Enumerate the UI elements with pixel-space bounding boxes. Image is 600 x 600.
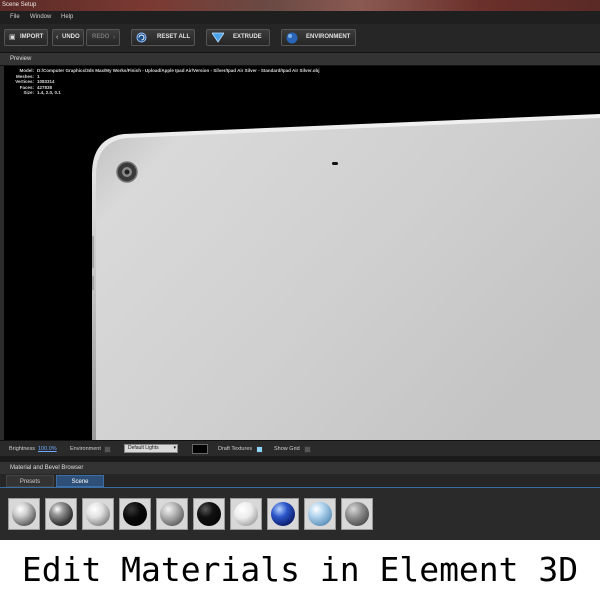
material-sphere-icon [234,502,258,526]
menu-file[interactable]: File [10,11,20,24]
redo-button[interactable]: REDO › [86,29,120,46]
show-grid-checkbox[interactable] [304,446,311,453]
material-swatch-blue-metal[interactable] [267,498,299,530]
draft-textures-checkbox[interactable] [256,446,263,453]
environment-label: Environment [70,446,101,452]
material-sphere-icon [12,502,36,526]
reset-icon [136,32,147,43]
brightness-label: Brightness [9,446,35,452]
undo-button[interactable]: ‹ UNDO [52,29,84,46]
folder-icon: ▣ [9,34,16,41]
lights-dropdown[interactable]: Default Lights ▾ [124,444,178,453]
material-swatch-grey-rough[interactable] [341,498,373,530]
environment-checkbox[interactable] [104,446,111,453]
material-swatch-light-blue[interactable] [304,498,336,530]
menu-window[interactable]: Window [30,11,51,24]
material-swatch-chrome-light[interactable] [8,498,40,530]
material-swatch-grey-glossy[interactable] [156,498,188,530]
tab-presets[interactable]: Presets [6,475,54,487]
material-swatch-white-silver[interactable] [230,498,262,530]
environment-button[interactable]: ENVIRONMENT [281,29,356,46]
material-browser-header: Material and Bevel Browser [0,462,600,474]
reset-all-button[interactable]: RESET ALL [131,29,195,46]
material-swatch-chrome-dark[interactable] [45,498,77,530]
redo-arrow-icon: › [113,34,116,41]
preview-header: Preview [0,53,600,66]
menu-bar: File Window Help [0,11,600,24]
lights-dropdown-value: Default Lights [128,445,159,451]
caption-text: Edit Materials in Element 3D [21,550,579,589]
material-sphere-icon [197,502,221,526]
material-sphere-icon [345,502,369,526]
viewport-status-bar: Brightness 100.0% Environment Default Li… [0,440,600,457]
show-grid-label: Show Grid [274,446,300,452]
material-swatch-black-glossy[interactable] [193,498,225,530]
window-title: Scene Setup [2,2,37,8]
background-color-swatch[interactable] [192,444,208,454]
preview-viewport[interactable]: Model: D:/Computer Graphics/3ds Max/My W… [4,66,600,440]
element-3d-scene-setup: Scene Setup File Window Help ▣ IMPORT ‹ … [0,0,600,540]
preview-label: Preview [10,56,32,62]
size-value: 1.4, 2.0, 0.1 [37,90,61,96]
extrude-button[interactable]: EXTRUDE [206,29,270,46]
extrude-icon [212,32,224,43]
title-bar: Scene Setup [0,0,600,11]
chevron-down-icon: ▾ [173,445,176,451]
material-swatch-silver[interactable] [82,498,114,530]
caption-banner: Edit Materials in Element 3D [0,540,600,600]
material-browser-label: Material and Bevel Browser [10,465,84,471]
model-path: D:/Computer Graphics/3ds Max/My Works/Fi… [37,68,320,73]
menu-help[interactable]: Help [61,11,73,24]
size-label: Size: [23,90,34,96]
ipad-model [92,114,600,440]
undo-arrow-icon: ‹ [56,34,59,41]
material-sphere-icon [160,502,184,526]
draft-textures-label: Draft Textures [218,446,253,452]
tab-scene[interactable]: Scene [56,475,104,487]
globe-icon [286,32,298,44]
material-sphere-icon [86,502,110,526]
material-sphere-icon [271,502,295,526]
material-sphere-icon [123,502,147,526]
material-swatch-area [0,488,600,540]
material-browser-tabs: Presets Scene [0,474,600,488]
material-sphere-icon [49,502,73,526]
material-sphere-icon [308,502,332,526]
material-swatch-black[interactable] [119,498,151,530]
toolbar: ▣ IMPORT ‹ UNDO REDO › RESET ALL EXTRUDE [0,24,600,53]
brightness-value[interactable]: 100.0% [38,441,57,457]
import-button[interactable]: ▣ IMPORT [4,29,48,46]
